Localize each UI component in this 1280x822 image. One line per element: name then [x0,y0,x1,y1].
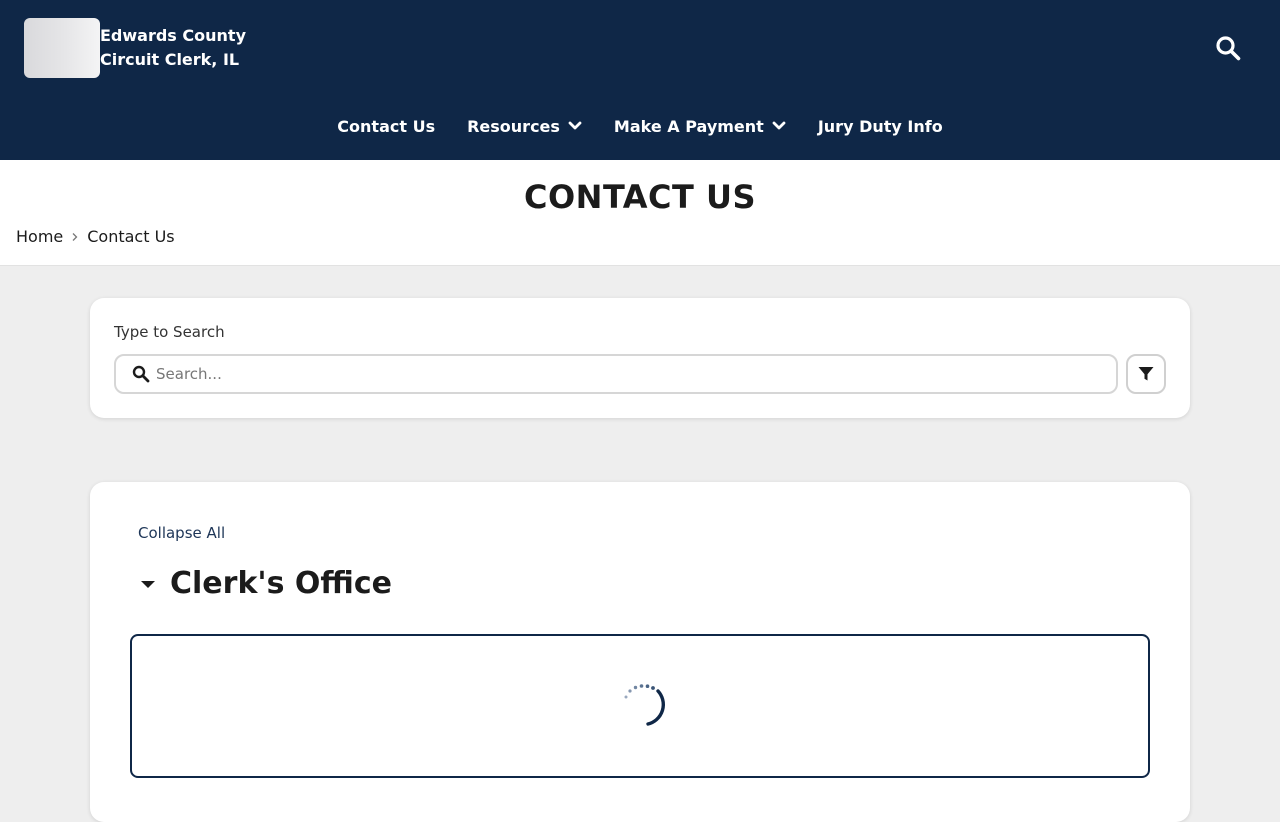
nav-item-resources[interactable]: Resources [451,117,598,136]
chevron-right-icon [71,232,79,242]
site-header: Edwards County Circuit Clerk, IL Contact… [0,0,1280,160]
nav-item-label: Contact Us [337,116,436,136]
breadcrumb-home-link[interactable]: Home [16,227,63,246]
chevron-down-icon [772,121,786,131]
search-icon [1215,35,1241,61]
search-label: Type to Search [114,323,225,341]
site-title[interactable]: Edwards County Circuit Clerk, IL [100,24,260,72]
section-body [130,634,1150,778]
search-input[interactable] [156,356,1106,392]
directory-card: Collapse All Clerk's Office [90,482,1190,822]
caret-down-icon [138,577,162,591]
chevron-down-icon [568,121,582,131]
page-title: CONTACT US [523,178,757,216]
site-logo[interactable] [24,18,100,78]
nav-item-contact-us[interactable]: Contact Us [321,117,451,136]
section-toggle-clerks-office[interactable]: Clerk's Office [138,566,392,601]
nav-item-label: Resources [467,116,560,136]
nav-item-make-a-payment[interactable]: Make A Payment [598,117,802,136]
breadcrumb: Home Contact Us [16,227,175,246]
nav-item-label: Jury Duty Info [817,116,943,136]
loading-spinner-icon [618,674,674,734]
filter-icon [1137,365,1155,383]
nav-item-label: Make A Payment [613,116,764,136]
search-card: Type to Search [90,298,1190,418]
section-title: Clerk's Office [170,566,392,601]
main-nav: Contact Us Resources Make A Payment Jury… [0,104,1280,148]
breadcrumb-current: Contact Us [87,227,175,246]
filter-button[interactable] [1126,354,1166,394]
search-button[interactable] [1210,30,1246,66]
search-icon [132,365,150,387]
collapse-all-link[interactable]: Collapse All [138,524,225,542]
search-box[interactable] [114,354,1118,394]
page-title-band: CONTACT US Home Contact Us [0,160,1280,266]
nav-item-jury-duty-info[interactable]: Jury Duty Info [802,117,959,136]
